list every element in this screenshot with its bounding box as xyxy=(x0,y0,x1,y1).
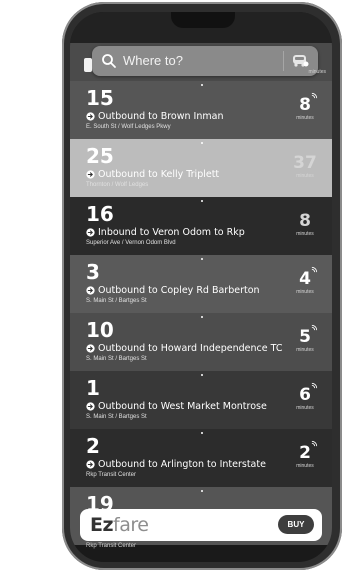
route-destination-label: Outbound to Kelly Triplett xyxy=(98,169,220,180)
bus-icon[interactable] xyxy=(291,54,309,68)
page-dot xyxy=(201,200,203,202)
live-signal-icon xyxy=(311,324,318,331)
route-row[interactable]: 10 Outbound to Howard Independence TC S. M… xyxy=(70,313,332,371)
route-row[interactable]: 2 Outbound to Arlington to Interstate Rkp … xyxy=(70,429,332,487)
arrow-right-circle-icon xyxy=(86,228,95,237)
eta: 37 minutes xyxy=(290,154,320,179)
eta-label: minutes xyxy=(296,173,314,179)
route-destination-label: Inbound to Veron Odom to Rkp xyxy=(98,227,245,238)
ezfare-logo: Ezfare xyxy=(90,514,149,536)
live-signal-icon xyxy=(311,382,318,389)
route-destination: Outbound to Kelly Triplett xyxy=(86,169,219,180)
arrow-right-circle-icon xyxy=(86,344,95,353)
route-number: 3 xyxy=(86,260,100,284)
route-destination: Outbound to Copley Rd Barberton xyxy=(86,285,260,296)
eta: 6 minutes xyxy=(290,382,320,411)
route-destination: Outbound to Howard Independence TC xyxy=(86,343,283,354)
route-destination-label: Outbound to Brown Inman xyxy=(98,111,224,122)
eta-label: minutes xyxy=(296,405,314,411)
eta-label: minutes xyxy=(296,115,314,121)
route-number: 16 xyxy=(86,202,114,226)
route-stop: S. Main St / Bartges St xyxy=(86,356,147,362)
eta-label: minutes xyxy=(296,231,314,237)
eta: 4 minutes xyxy=(290,266,320,295)
page-dot xyxy=(201,374,203,376)
route-stop: Thornton / Wolf Ledges xyxy=(86,182,149,188)
search-divider xyxy=(283,51,284,71)
phone-notch xyxy=(171,12,235,28)
eta-minutes: 37 xyxy=(293,153,317,173)
route-stop: S. Main St / Bartges St xyxy=(86,298,147,304)
route-row[interactable]: 3 Outbound to Copley Rd Barberton S. Main … xyxy=(70,255,332,313)
route-row[interactable]: 16 Inbound to Veron Odom to Rkp Superior A… xyxy=(70,197,332,255)
route-destination: Outbound to West Market Montrose xyxy=(86,401,267,412)
arrow-right-circle-icon xyxy=(86,402,95,411)
arrow-right-circle-icon xyxy=(86,112,95,121)
search-icon xyxy=(102,54,116,68)
route-stop: Superior Ave / Vernon Odom Blvd xyxy=(86,240,176,246)
page-dot xyxy=(201,432,203,434)
eta: 8 minutes xyxy=(290,92,320,121)
live-signal-icon xyxy=(311,92,318,99)
route-number: 10 xyxy=(86,318,114,342)
arrow-right-circle-icon xyxy=(86,170,95,179)
page-dot xyxy=(201,258,203,260)
live-signal-icon xyxy=(311,440,318,447)
route-list: 15 Outbound to Brown Inman E. South St / W… xyxy=(70,81,332,545)
app-screen: minutes Where to? 15 Outbound to Brown In… xyxy=(70,12,332,562)
route-destination-label: Outbound to West Market Montrose xyxy=(98,401,267,412)
eta: 8 minutes xyxy=(290,212,320,237)
route-number: 2 xyxy=(86,434,100,458)
route-stop: S. Main St / Bartges St xyxy=(86,414,147,420)
eta-minutes: 8 xyxy=(299,211,311,231)
route-destination: Outbound to Brown Inman xyxy=(86,111,223,122)
route-destination: Outbound to Arlington to Interstate xyxy=(86,459,266,470)
page-dot xyxy=(201,84,203,86)
eta-label: minutes xyxy=(296,289,314,295)
page-dot xyxy=(201,142,203,144)
arrow-right-circle-icon xyxy=(86,286,95,295)
ezfare-banner[interactable]: Ezfare BUY xyxy=(80,509,322,541)
route-destination-label: Outbound to Howard Independence TC xyxy=(98,343,283,354)
route-stop: E. South St / Wolf Ledges Pkwy xyxy=(86,124,171,130)
arrow-right-circle-icon xyxy=(86,460,95,469)
buy-button[interactable]: BUY xyxy=(278,515,314,534)
eta: 2 minutes xyxy=(290,440,320,469)
eta: 5 minutes xyxy=(290,324,320,353)
eta-label: minutes xyxy=(296,463,314,469)
route-destination-label: Outbound to Copley Rd Barberton xyxy=(98,285,260,296)
route-number: 25 xyxy=(86,144,114,168)
eta-label: minutes xyxy=(296,347,314,353)
partial-route-badge xyxy=(84,58,92,72)
route-number: 1 xyxy=(86,376,100,400)
route-row[interactable]: 15 Outbound to Brown Inman E. South St / W… xyxy=(70,81,332,139)
route-row[interactable]: 25 Outbound to Kelly Triplett Thornton / W… xyxy=(70,139,332,197)
route-destination: Inbound to Veron Odom to Rkp xyxy=(86,227,245,238)
route-row[interactable]: 1 Outbound to West Market Montrose S. Main… xyxy=(70,371,332,429)
partial-route-stop: Rkp Transit Center xyxy=(86,543,137,549)
route-number: 15 xyxy=(86,86,114,110)
search-bar[interactable]: Where to? xyxy=(92,46,318,76)
page-dot xyxy=(201,490,203,492)
page-dot xyxy=(201,316,203,318)
partial-eta-label: minutes xyxy=(308,69,326,75)
search-input[interactable]: Where to? xyxy=(123,53,183,68)
route-stop: Rkp Transit Center xyxy=(86,472,137,478)
route-destination-label: Outbound to Arlington to Interstate xyxy=(98,459,266,470)
live-signal-icon xyxy=(311,266,318,273)
